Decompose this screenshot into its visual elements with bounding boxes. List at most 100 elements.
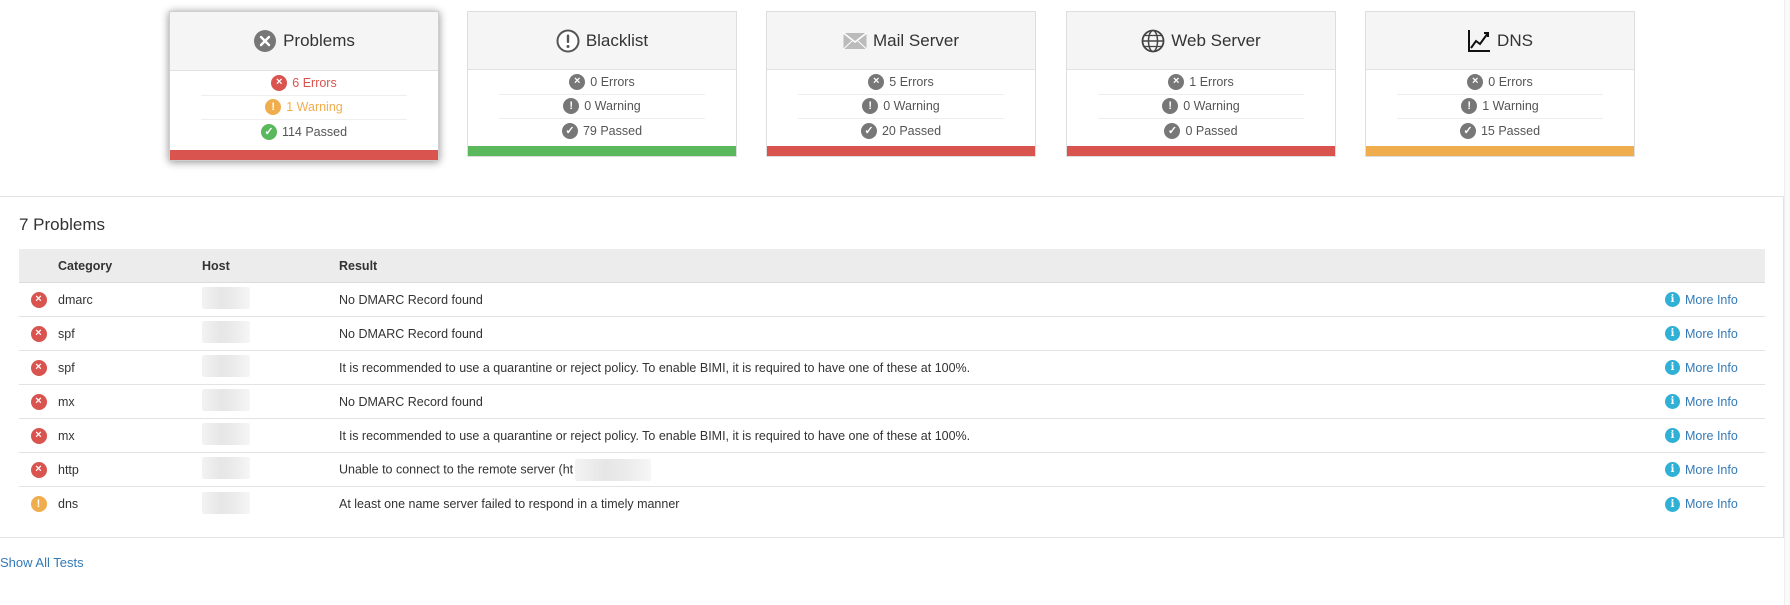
result-cell: No DMARC Record found <box>339 326 483 341</box>
table-row: × http Unable to connect to the remote s… <box>19 453 1765 487</box>
redacted-host <box>202 491 250 514</box>
warnings-row: ! 0 Warning <box>499 95 705 119</box>
problems-title: 7 Problems <box>19 215 105 234</box>
x-circle-icon: × <box>569 73 586 90</box>
passed-count: 0 Passed <box>1185 124 1238 139</box>
result-cell: It is recommended to use a quarantine or… <box>339 428 971 443</box>
errors-row: × 0 Errors <box>499 70 705 95</box>
warnings-count: 1 Warning <box>1482 99 1539 114</box>
passed-row: ✓ 15 Passed <box>1397 119 1603 144</box>
card-title: Web Server <box>1171 30 1261 50</box>
result-cell: No DMARC Record found <box>339 394 483 409</box>
more-info-label[interactable]: More Info <box>1685 361 1738 375</box>
x-circle-icon: × <box>30 291 47 308</box>
errors-row: × 0 Errors <box>1397 70 1603 95</box>
warnings-row: ! 0 Warning <box>798 95 1004 119</box>
card-header: Mail Server <box>767 12 1035 70</box>
problems-panel: 7 Problems Category Host Result × dmarc … <box>0 196 1784 538</box>
column-header-host[interactable]: Host <box>202 259 339 273</box>
more-info-link[interactable]: i More Info <box>1665 428 1765 443</box>
x-circle-icon: × <box>30 325 47 342</box>
info-icon: i <box>1665 360 1680 375</box>
card-title: Mail Server <box>873 30 959 50</box>
x-circle-icon: × <box>30 359 47 376</box>
card-blacklist[interactable]: Blacklist × 0 Errors ! 0 Warning ✓ 79 Passe… <box>467 11 737 157</box>
x-circle-icon: × <box>271 74 288 91</box>
more-info-label[interactable]: More Info <box>1685 429 1738 443</box>
card-header: Web Server <box>1067 12 1335 70</box>
result-cell: It is recommended to use a quarantine or… <box>339 360 971 375</box>
column-header-result[interactable]: Result <box>339 259 1665 273</box>
card-dns[interactable]: DNS × 0 Errors ! 1 Warning ✓ 15 Passed <box>1365 11 1635 157</box>
card-mail-server[interactable]: Mail Server × 5 Errors ! 0 Warning ✓ 20 Pas… <box>766 11 1036 157</box>
more-info-link[interactable]: i More Info <box>1665 360 1765 375</box>
passed-row: ✓ 114 Passed <box>201 120 407 145</box>
status-bar <box>468 146 736 156</box>
exclamation-circle-icon: ! <box>30 496 47 512</box>
category-cell: mx <box>58 428 75 443</box>
redacted-host <box>202 355 250 377</box>
table-row: × mx No DMARC Record found i More Info <box>19 385 1765 419</box>
errors-count: 0 Errors <box>1488 74 1533 89</box>
more-info-label[interactable]: More Info <box>1685 463 1738 477</box>
warnings-row: ! 0 Warning <box>1098 95 1304 119</box>
globe-icon <box>1141 29 1165 53</box>
passed-row: ✓ 79 Passed <box>499 119 705 144</box>
check-circle-icon: ✓ <box>860 123 877 140</box>
passed-count: 79 Passed <box>582 124 643 139</box>
status-bar <box>767 146 1035 156</box>
card-header: Problems <box>170 12 438 71</box>
errors-count: 0 Errors <box>590 74 635 89</box>
chart-line-icon <box>1467 29 1491 53</box>
more-info-label[interactable]: More Info <box>1685 327 1738 341</box>
more-info-link[interactable]: i More Info <box>1665 326 1765 341</box>
more-info-label[interactable]: More Info <box>1685 395 1738 409</box>
redacted-host <box>202 389 250 411</box>
warnings-row: ! 1 Warning <box>1397 95 1603 119</box>
status-bar <box>1366 146 1634 156</box>
card-web-server[interactable]: Web Server × 1 Errors ! 0 Warning ✓ 0 Passe… <box>1066 11 1336 157</box>
more-info-link[interactable]: i More Info <box>1665 394 1765 409</box>
check-circle-icon: ✓ <box>260 124 277 141</box>
summary-cards: Problems × 6 Errors ! 1 Warning ✓ 114 Passe… <box>0 11 1790 161</box>
warnings-count: 0 Warning <box>883 99 940 114</box>
x-circle-icon: × <box>1467 73 1484 90</box>
category-cell: dmarc <box>58 292 93 307</box>
column-header-category[interactable]: Category <box>58 259 202 273</box>
show-all-tests-link[interactable]: Show All Tests <box>0 555 84 570</box>
redacted-host <box>202 423 250 445</box>
redacted-url <box>575 458 652 481</box>
category-cell: dns <box>58 497 79 511</box>
exclamation-circle-icon: ! <box>265 99 282 116</box>
redacted-host <box>202 457 250 479</box>
x-circle-icon: × <box>868 73 885 90</box>
info-icon: i <box>1665 326 1680 341</box>
card-problems[interactable]: Problems × 6 Errors ! 1 Warning ✓ 114 Passe… <box>169 11 439 161</box>
exclamation-circle-icon: ! <box>862 98 879 115</box>
exclamation-circle-icon: ! <box>1461 98 1478 115</box>
x-circle-icon: × <box>1168 73 1185 90</box>
more-info-link[interactable]: i More Info <box>1665 496 1765 512</box>
category-cell: spf <box>58 360 75 375</box>
more-info-label[interactable]: More Info <box>1685 293 1738 307</box>
card-header: Blacklist <box>468 12 736 70</box>
passed-count: 114 Passed <box>281 125 348 140</box>
table-row: × spf It is recommended to use a quarant… <box>19 351 1765 385</box>
exclamation-circle-icon: ! <box>1162 98 1179 115</box>
more-info-link[interactable]: i More Info <box>1665 292 1765 307</box>
more-info-link[interactable]: i More Info <box>1665 462 1765 477</box>
info-icon: i <box>1665 428 1680 443</box>
table-row: × spf No DMARC Record found i More Info <box>19 317 1765 351</box>
errors-count: 5 Errors <box>889 74 934 89</box>
x-circle-icon: × <box>30 393 47 410</box>
errors-count: 6 Errors <box>292 75 337 90</box>
table-header: Category Host Result <box>19 249 1765 283</box>
more-info-label[interactable]: More Info <box>1685 497 1738 511</box>
passed-row: ✓ 0 Passed <box>1098 119 1304 144</box>
x-circle-icon: × <box>30 461 47 478</box>
warnings-count: 0 Warning <box>1183 99 1240 114</box>
info-icon: i <box>1665 496 1680 512</box>
result-cell: No DMARC Record found <box>339 292 483 307</box>
exclamation-circle-icon: ! <box>563 98 580 115</box>
scrollbar[interactable] <box>1784 0 1790 605</box>
